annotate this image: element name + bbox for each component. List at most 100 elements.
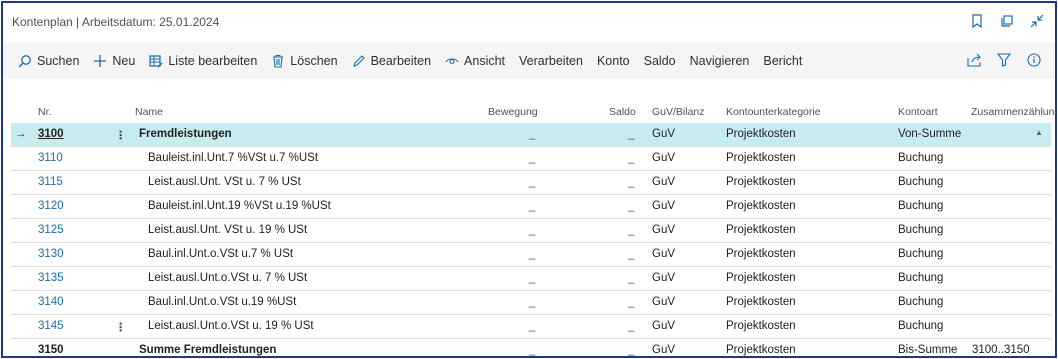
movement-value[interactable]: _ bbox=[529, 176, 535, 188]
share-icon[interactable] bbox=[967, 53, 983, 69]
movement-value[interactable]: _ bbox=[529, 152, 535, 164]
movement-value[interactable]: _ bbox=[529, 248, 535, 260]
table-row[interactable]: 3115 Leist.ausl.Unt. VSt u. 7 % USt _ _ … bbox=[11, 171, 1051, 195]
table-row[interactable]: 3130 Baul.inl.Unt.o.VSt u.7 % USt _ _ Gu… bbox=[11, 243, 1051, 267]
income-balance-value: GuV bbox=[652, 200, 676, 212]
menu-konto-label: Konto bbox=[596, 54, 630, 68]
scroll-up-arrow-icon[interactable]: ▲ bbox=[1035, 128, 1043, 137]
movement-value[interactable]: _ bbox=[529, 344, 535, 356]
movement-value[interactable]: _ bbox=[529, 296, 535, 308]
subcategory-value: Projektkosten bbox=[726, 296, 796, 308]
movement-value[interactable]: _ bbox=[529, 320, 535, 332]
account-number-link[interactable]: 3150 bbox=[38, 344, 64, 356]
menu-saldo[interactable]: Saldo bbox=[637, 48, 683, 74]
movement-value[interactable]: _ bbox=[529, 128, 535, 140]
column-header-kontoart[interactable]: Kontoart bbox=[898, 106, 938, 118]
account-number-link[interactable]: 3120 bbox=[38, 200, 64, 212]
edit-label: Bearbeiten bbox=[370, 54, 432, 68]
table-row[interactable]: 3150 Summe Fremdleistungen _ _ GuV Proje… bbox=[11, 339, 1051, 356]
column-header-name[interactable]: Name bbox=[135, 106, 163, 118]
row-menu-icon[interactable]: ⋮ bbox=[115, 128, 127, 142]
table-row[interactable]: → 3100 ⋮ Fremdleistungen _ _ GuV Projekt… bbox=[11, 123, 1051, 147]
movement-value[interactable]: _ bbox=[529, 272, 535, 284]
menu-navigieren[interactable]: Navigieren bbox=[683, 48, 757, 74]
filter-icon[interactable] bbox=[997, 53, 1013, 69]
column-header-kontounterkategorie[interactable]: Kontounterkategorie bbox=[726, 106, 821, 118]
trash-icon bbox=[271, 54, 285, 68]
open-new-window-icon[interactable] bbox=[999, 13, 1015, 29]
menu-verarbeiten[interactable]: Verarbeiten bbox=[512, 48, 590, 74]
account-name: Fremdleistungen bbox=[139, 128, 232, 140]
menu-konto[interactable]: Konto bbox=[590, 48, 637, 74]
account-type-value: Buchung bbox=[898, 320, 944, 332]
row-menu-icon[interactable]: ⋮ bbox=[115, 320, 127, 334]
balance-value[interactable]: _ bbox=[628, 272, 634, 284]
account-name: Baul.inl.Unt.o.VSt u.7 % USt bbox=[148, 248, 294, 260]
menu-bericht-label: Bericht bbox=[763, 54, 803, 68]
table-row[interactable]: 3110 Bauleist.inl.Unt.7 %VSt u.7 %USt _ … bbox=[11, 147, 1051, 171]
title-actions bbox=[969, 13, 1045, 29]
income-balance-value: GuV bbox=[652, 272, 676, 284]
accounts-table: Nr. Name Bewegung Saldo GuV/Bilanz Konto… bbox=[11, 99, 1055, 356]
edit-list-button[interactable]: Liste bearbeiten bbox=[142, 48, 264, 74]
column-header-guv-bilanz[interactable]: GuV/Bilanz bbox=[652, 106, 705, 118]
account-number-link[interactable]: 3100 bbox=[38, 128, 64, 140]
account-number-link[interactable]: 3115 bbox=[38, 176, 63, 188]
balance-value[interactable]: _ bbox=[628, 344, 634, 356]
subcategory-value: Projektkosten bbox=[726, 200, 796, 212]
balance-value[interactable]: _ bbox=[628, 224, 634, 236]
bookmark-icon[interactable] bbox=[969, 13, 985, 29]
kontenplan-window: Kontenplan | Arbeitsdatum: 25.01.2024 Su… bbox=[1, 1, 1057, 358]
account-number-link[interactable]: 3145 bbox=[38, 320, 64, 332]
search-icon bbox=[18, 54, 32, 68]
new-button[interactable]: Neu bbox=[86, 48, 142, 74]
column-header-zusammenzaehlung[interactable]: Zusammenzählung bbox=[971, 106, 1055, 118]
income-balance-value: GuV bbox=[652, 320, 676, 332]
balance-value[interactable]: _ bbox=[628, 128, 634, 140]
account-number-link[interactable]: 3125 bbox=[38, 224, 64, 236]
action-bar: Suchen Neu Liste bearbeiten Löschen Bear… bbox=[3, 43, 1055, 79]
table-row[interactable]: 3145 ⋮ Leist.ausl.Unt.o.VSt u. 19 % USt … bbox=[11, 315, 1051, 339]
eye-icon bbox=[445, 54, 459, 68]
account-number-link[interactable]: 3135 bbox=[38, 272, 64, 284]
table-row[interactable]: 3135 Leist.ausl.Unt.o.VSt u. 7 % USt _ _… bbox=[11, 267, 1051, 291]
edit-button[interactable]: Bearbeiten bbox=[345, 48, 438, 74]
movement-value[interactable]: _ bbox=[529, 200, 535, 212]
subcategory-value: Projektkosten bbox=[726, 152, 796, 164]
table-row[interactable]: 3120 Bauleist.inl.Unt.19 %VSt u.19 %USt … bbox=[11, 195, 1051, 219]
search-label: Suchen bbox=[37, 54, 80, 68]
income-balance-value: GuV bbox=[652, 128, 676, 140]
balance-value[interactable]: _ bbox=[628, 296, 634, 308]
table-row[interactable]: 3140 Baul.inl.Unt.o.VSt u.19 %USt _ _ Gu… bbox=[11, 291, 1051, 315]
column-header-saldo[interactable]: Saldo bbox=[609, 106, 636, 118]
subcategory-value: Projektkosten bbox=[726, 224, 796, 236]
balance-value[interactable]: _ bbox=[628, 320, 634, 332]
balance-value[interactable]: _ bbox=[628, 248, 634, 260]
balance-value[interactable]: _ bbox=[628, 176, 634, 188]
collapse-icon[interactable] bbox=[1029, 13, 1045, 29]
search-button[interactable]: Suchen bbox=[11, 48, 86, 74]
income-balance-value: GuV bbox=[652, 248, 676, 260]
account-number-link[interactable]: 3130 bbox=[38, 248, 64, 260]
account-number-link[interactable]: 3140 bbox=[38, 296, 64, 308]
income-balance-value: GuV bbox=[652, 224, 676, 236]
column-header-nr[interactable]: Nr. bbox=[38, 106, 51, 118]
delete-button[interactable]: Löschen bbox=[264, 48, 344, 74]
view-button[interactable]: Ansicht bbox=[438, 48, 512, 74]
menu-bericht[interactable]: Bericht bbox=[756, 48, 809, 74]
delete-label: Löschen bbox=[290, 54, 338, 68]
table-header: Nr. Name Bewegung Saldo GuV/Bilanz Konto… bbox=[11, 99, 1055, 123]
subcategory-value: Projektkosten bbox=[726, 344, 796, 356]
account-number-link[interactable]: 3110 bbox=[38, 152, 63, 164]
account-type-value: Buchung bbox=[898, 272, 944, 284]
view-label: Ansicht bbox=[464, 54, 506, 68]
info-icon[interactable] bbox=[1027, 53, 1043, 69]
balance-value[interactable]: _ bbox=[628, 152, 634, 164]
balance-value[interactable]: _ bbox=[628, 200, 634, 212]
table-row[interactable]: 3125 Leist.ausl.Unt. VSt u. 19 % USt _ _… bbox=[11, 219, 1051, 243]
income-balance-value: GuV bbox=[652, 152, 676, 164]
edit-list-label: Liste bearbeiten bbox=[168, 54, 258, 68]
subcategory-value: Projektkosten bbox=[726, 176, 796, 188]
column-header-bewegung[interactable]: Bewegung bbox=[488, 106, 538, 118]
movement-value[interactable]: _ bbox=[529, 224, 535, 236]
